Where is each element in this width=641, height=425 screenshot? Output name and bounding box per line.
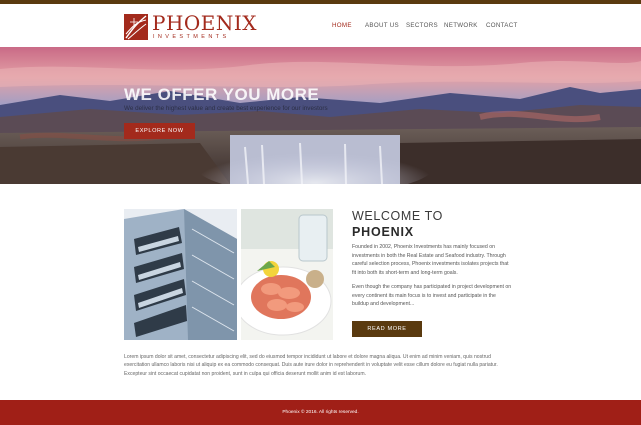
nav-item-about-us[interactable]: ABOUT US xyxy=(365,22,406,29)
lorem-paragraph: Lorem ipsum dolor sit amet, consectetur … xyxy=(124,354,498,377)
hero-subtitle: We deliver the highest value and create … xyxy=(124,105,328,112)
about-paragraph-2: Even though the company has participated… xyxy=(352,284,512,308)
nav-item-network[interactable]: NETWORK xyxy=(444,22,486,29)
welcome-heading-line2: PHOENIX xyxy=(352,225,414,239)
nav-item-sectors[interactable]: SECTORS xyxy=(406,22,444,29)
logo[interactable]: PHOENIX INVESTMENTS xyxy=(124,12,257,44)
welcome-heading-line1: WELCOME TO xyxy=(352,209,443,223)
phoenix-logo-icon xyxy=(124,14,148,40)
building-image xyxy=(124,209,237,340)
nav-item-contact[interactable]: CONTACT xyxy=(486,22,518,29)
read-more-button[interactable]: READ MORE xyxy=(352,321,422,337)
site-footer: Phoenix © 2016. All rights reserved. xyxy=(0,400,641,425)
hero-banner: WE OFFER YOU MORE We deliver the highest… xyxy=(0,47,641,184)
main-nav: HOME ABOUT US SECTORS NETWORK CONTACT xyxy=(332,22,518,29)
explore-now-button[interactable]: EXPLORE NOW xyxy=(124,123,195,139)
hero-title: WE OFFER YOU MORE xyxy=(124,85,320,104)
brand-name: PHOENIX xyxy=(152,11,258,35)
about-paragraph-1: Founded in 2002, Phoenix Investments has… xyxy=(352,244,509,276)
footer-copyright: Phoenix © 2016. All rights reserved. xyxy=(282,410,359,415)
hero-landscape-image xyxy=(0,47,641,184)
seafood-image xyxy=(241,209,333,340)
nav-item-home[interactable]: HOME xyxy=(332,22,365,29)
site-header: PHOENIX INVESTMENTS HOME ABOUT US SECTOR… xyxy=(0,4,641,47)
building-photo xyxy=(124,209,237,340)
seafood-photo xyxy=(241,209,333,340)
brand-tagline: INVESTMENTS xyxy=(153,34,230,40)
